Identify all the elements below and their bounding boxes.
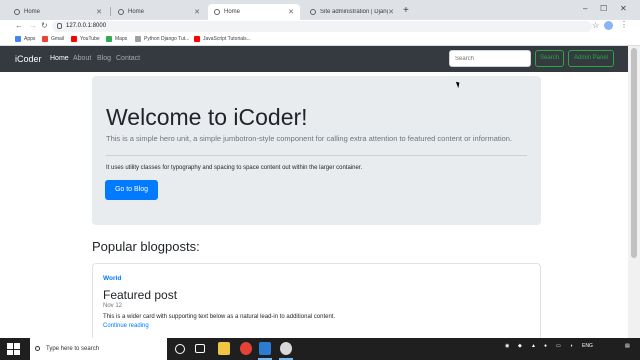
jumbotron-text: It uses utility classes for typography a… — [106, 165, 363, 171]
close-tab-icon[interactable]: ✕ — [96, 8, 102, 16]
globe-icon — [14, 9, 20, 15]
globe-icon — [310, 9, 316, 15]
blog-card: World Featured post Nov 12 This is a wid… — [92, 263, 541, 343]
page-scrollbar[interactable] — [628, 46, 640, 338]
star-icon[interactable]: ☆ — [592, 21, 599, 30]
popular-heading: Popular blogposts: — [92, 239, 200, 254]
card-date: Nov 12 — [103, 303, 123, 309]
doc-icon — [135, 36, 141, 42]
browser-tab-3-active[interactable]: Home ✕ — [208, 4, 300, 20]
bookmark-label: Python Django Tut... — [144, 36, 190, 42]
nav-home[interactable]: Home — [50, 55, 69, 62]
jumbotron: Welcome to iCoder! This is a simple hero… — [92, 76, 541, 225]
close-tab-icon[interactable]: ✕ — [388, 8, 394, 16]
maps-icon — [106, 36, 112, 42]
close-window-icon[interactable]: ✕ — [620, 4, 627, 13]
volume-icon[interactable]: ◖ — [570, 343, 573, 349]
chrome-icon[interactable] — [240, 342, 252, 355]
nav-contact[interactable]: Contact — [116, 55, 140, 62]
jumbotron-lead: This is a simple hero unit, a simple jum… — [106, 134, 513, 143]
bookmark-label: Maps — [115, 36, 128, 42]
url-input[interactable]: 127.0.0.1:8000 — [52, 21, 592, 32]
jumbotron-heading: Welcome to iCoder! — [106, 104, 308, 130]
close-tab-icon[interactable]: ✕ — [288, 8, 294, 16]
windows-start-icon[interactable] — [6, 342, 20, 356]
apps-grid-icon — [15, 36, 21, 42]
card-title: Featured post — [103, 288, 178, 302]
youtube-icon — [194, 36, 200, 42]
site-search-input[interactable] — [449, 50, 531, 67]
bookmark-javascript[interactable]: JavaScript Tutorials... — [194, 36, 251, 42]
search-button[interactable]: Search — [535, 50, 564, 67]
browser-tab-title: Home — [128, 9, 145, 15]
notification-icon[interactable]: ▤ — [625, 343, 630, 349]
menu-kebab-icon[interactable]: ⋮ — [620, 20, 628, 29]
cortana-icon[interactable] — [175, 344, 185, 354]
browser-tab-strip: Home ✕ Home ✕ Home ✕ Site administration… — [0, 0, 640, 20]
youtube-icon — [71, 36, 77, 42]
browser-tab-4[interactable]: Site administration | Django site ✕ — [304, 4, 400, 20]
globe-icon — [214, 9, 220, 15]
task-view-icon[interactable] — [195, 344, 205, 353]
tray-app-icon[interactable]: ● — [544, 343, 547, 349]
bookmark-label: YouTube — [80, 36, 100, 42]
info-icon — [57, 23, 62, 29]
divider — [106, 155, 527, 156]
bookmark-python-django[interactable]: Python Django Tut... — [135, 36, 189, 42]
nav-about[interactable]: About — [73, 55, 91, 62]
bookmark-label: Apps — [24, 36, 36, 42]
close-tab-icon[interactable]: ✕ — [194, 8, 200, 16]
browser-tab-1[interactable]: Home ✕ — [8, 4, 108, 20]
url-text: 127.0.0.1:8000 — [66, 23, 107, 29]
continue-reading-link[interactable]: Continue reading — [103, 323, 149, 329]
profile-avatar[interactable] — [604, 21, 613, 30]
browser-tab-title: Home — [24, 9, 41, 15]
back-arrow-icon[interactable]: ← — [15, 21, 23, 30]
forward-arrow-icon[interactable]: → — [29, 21, 37, 30]
network-icon[interactable]: ▭ — [556, 343, 561, 349]
reload-icon[interactable]: ↻ — [41, 21, 48, 30]
file-explorer-icon[interactable] — [218, 342, 230, 355]
new-tab-icon[interactable]: + — [403, 5, 409, 16]
card-text: This is a wider card with supporting tex… — [103, 314, 336, 320]
chrome-profile-icon[interactable] — [280, 342, 292, 355]
bookmark-gmail[interactable]: Gmail — [42, 36, 64, 42]
tray-app-icon[interactable]: ▲ — [531, 343, 536, 349]
gmail-icon — [42, 36, 48, 42]
admin-panel-button[interactable]: Admin Panel — [568, 50, 614, 67]
card-category[interactable]: World — [103, 275, 121, 282]
bookmark-label: Gmail — [51, 36, 65, 42]
language-indicator[interactable]: ENG — [582, 343, 593, 349]
nav-blog[interactable]: Blog — [97, 55, 111, 62]
maximize-icon[interactable]: ☐ — [600, 4, 607, 13]
minimize-icon[interactable]: – — [583, 4, 587, 13]
bookmark-youtube[interactable]: YouTube — [71, 36, 100, 42]
browser-tab-title: Home — [224, 9, 241, 15]
bookmark-label: JavaScript Tutorials... — [203, 36, 251, 42]
site-brand[interactable]: iCoder — [15, 54, 42, 64]
globe-icon — [118, 9, 124, 15]
browser-tab-2[interactable]: Home ✕ — [112, 4, 206, 20]
go-to-blog-button[interactable]: Go to Blog — [105, 180, 158, 200]
taskbar-search[interactable]: Type here to search — [30, 338, 167, 360]
site-navbar — [0, 46, 628, 72]
search-icon — [35, 346, 40, 351]
bookmark-maps[interactable]: Maps — [106, 36, 127, 42]
vscode-icon[interactable] — [259, 342, 271, 355]
tray-app-icon[interactable]: ◉ — [505, 343, 509, 349]
tray-app-icon[interactable]: ◆ — [518, 343, 522, 349]
bookmark-apps[interactable]: Apps — [15, 36, 35, 42]
browser-tab-title: Site administration | Django site — [320, 9, 388, 15]
taskbar-search-placeholder: Type here to search — [46, 346, 100, 352]
